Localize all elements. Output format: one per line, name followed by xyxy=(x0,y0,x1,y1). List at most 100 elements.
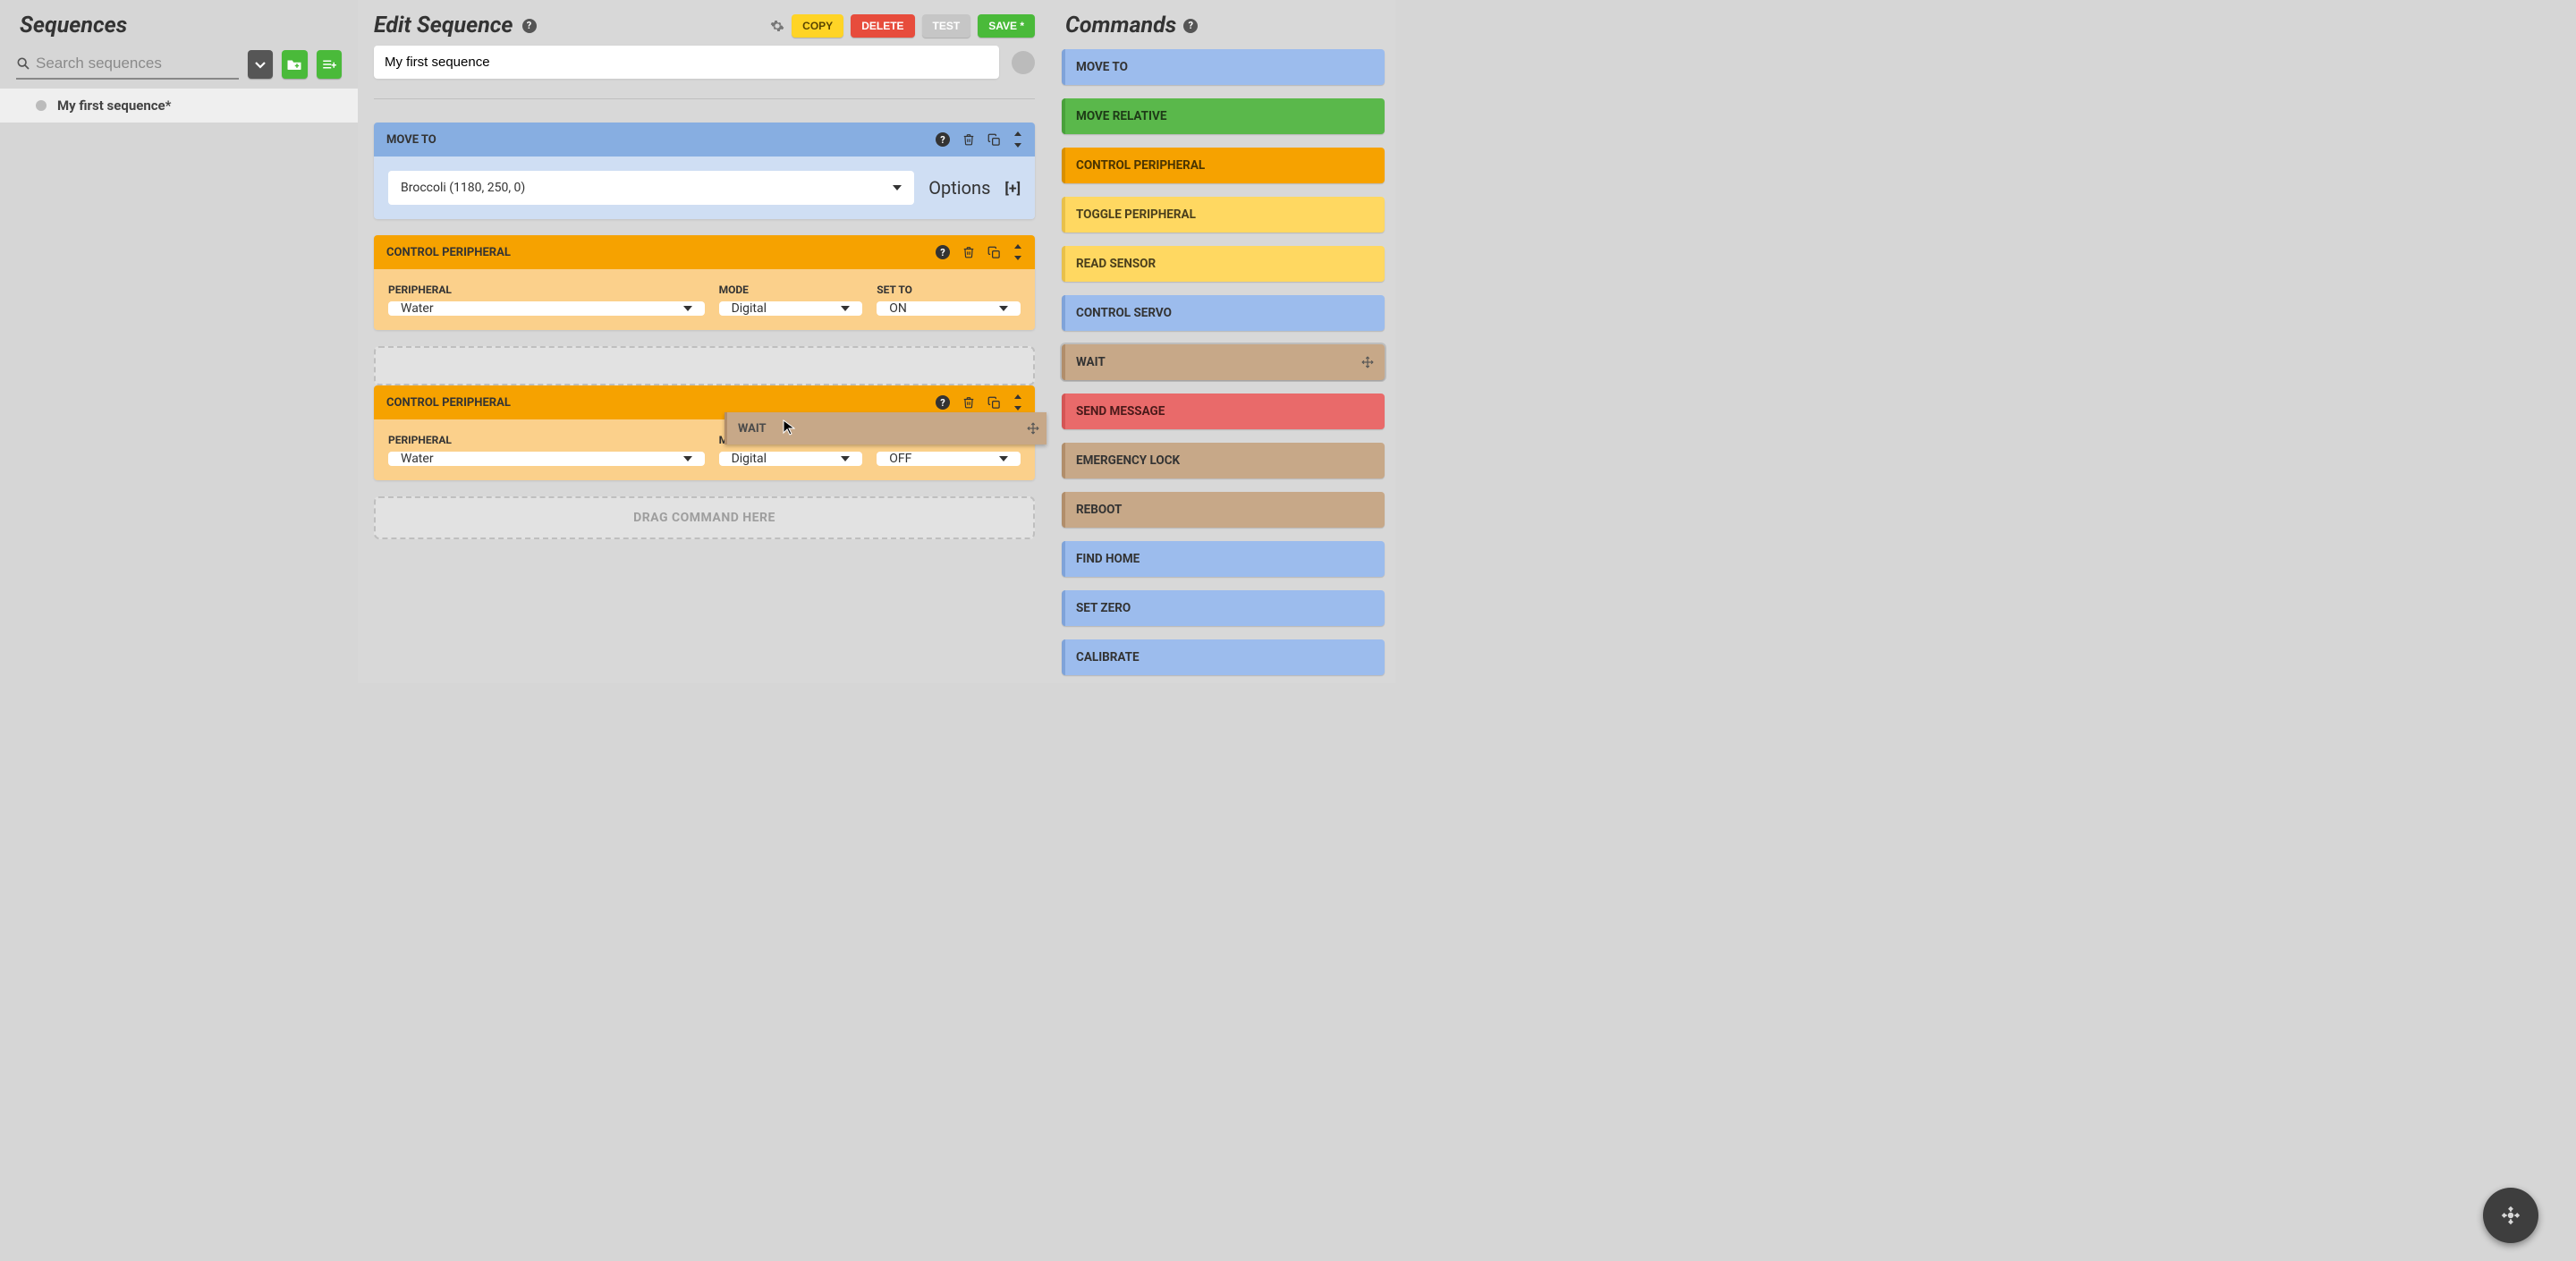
delete-button[interactable]: DELETE xyxy=(851,14,914,38)
mode-select[interactable]: Digital xyxy=(719,301,863,316)
command-item[interactable]: REBOOT xyxy=(1062,492,1385,528)
command-label: SEND MESSAGE xyxy=(1076,404,1165,419)
command-item[interactable]: TOGGLE PERIPHERAL xyxy=(1062,197,1385,233)
chevron-down-icon xyxy=(999,306,1008,311)
move-icon xyxy=(1027,422,1039,435)
chevron-down-icon xyxy=(683,456,692,461)
command-item[interactable]: SEND MESSAGE xyxy=(1062,394,1385,429)
help-icon[interactable]: ? xyxy=(936,132,950,147)
trash-icon[interactable] xyxy=(962,132,975,147)
drag-handle-icon[interactable] xyxy=(1013,244,1022,260)
drag-ghost-label: WAIT xyxy=(738,422,767,436)
drag-ghost-wait[interactable]: WAIT xyxy=(724,412,1046,444)
command-item[interactable]: CONTROL PERIPHERAL xyxy=(1062,148,1385,183)
search-input-wrap[interactable] xyxy=(16,49,239,80)
step-title: MOVE TO xyxy=(386,133,436,147)
command-item[interactable]: MOVE RELATIVE xyxy=(1062,98,1385,134)
set-to-select[interactable]: ON xyxy=(877,301,1021,316)
trash-icon[interactable] xyxy=(962,245,975,259)
chevron-down-icon xyxy=(893,185,902,190)
drop-zone[interactable]: DRAG COMMAND HERE xyxy=(374,496,1035,539)
command-label: MOVE RELATIVE xyxy=(1076,109,1166,123)
command-item[interactable]: WAIT xyxy=(1062,344,1385,380)
trash-icon[interactable] xyxy=(962,395,975,410)
help-icon[interactable]: ? xyxy=(936,395,950,410)
copy-icon[interactable] xyxy=(987,246,1001,259)
command-item[interactable]: READ SENSOR xyxy=(1062,246,1385,282)
mode-value: Digital xyxy=(732,301,767,316)
step-title: CONTROL PERIPHERAL xyxy=(386,396,511,410)
peripheral-select[interactable]: Water xyxy=(388,301,705,316)
search-icon xyxy=(16,56,30,71)
sequence-color-dot xyxy=(36,100,47,111)
help-icon[interactable]: ? xyxy=(1183,19,1198,33)
commands-panel: Commands ? MOVE TO MOVE RELATIVE CONTROL P… xyxy=(1051,0,1395,683)
command-label: READ SENSOR xyxy=(1076,257,1156,271)
command-label: CALIBRATE xyxy=(1076,650,1140,664)
chevron-down-icon xyxy=(683,306,692,311)
command-item[interactable]: CONTROL SERVO xyxy=(1062,295,1385,331)
sequences-sidebar: Sequences My first sequence* xyxy=(0,0,358,683)
sequence-item-label: My first sequence* xyxy=(57,97,171,114)
peripheral-label: PERIPHERAL xyxy=(388,434,705,446)
commands-title: Commands xyxy=(1065,13,1176,38)
drag-handle-icon[interactable] xyxy=(1013,394,1022,410)
drop-zone-label: DRAG COMMAND HERE xyxy=(633,511,775,525)
step-move-to: MOVE TO ? Broccoli (1180, 250, 0) Option… xyxy=(374,123,1035,219)
mode-select[interactable]: Digital xyxy=(719,452,863,466)
set-to-label: SET TO xyxy=(877,284,1021,296)
command-item[interactable]: FIND HOME xyxy=(1062,541,1385,577)
search-input[interactable] xyxy=(30,53,239,74)
test-button[interactable]: TEST xyxy=(922,14,971,38)
peripheral-value: Water xyxy=(401,301,434,316)
controls-fab[interactable] xyxy=(2483,1188,2538,1243)
command-label: FIND HOME xyxy=(1076,552,1140,566)
sequence-color-picker[interactable] xyxy=(1012,51,1035,74)
step-title: CONTROL PERIPHERAL xyxy=(386,246,511,259)
peripheral-select[interactable]: Water xyxy=(388,452,705,466)
collapse-button[interactable] xyxy=(248,50,273,79)
copy-button[interactable]: COPY xyxy=(792,14,843,38)
sequence-editor: Edit Sequence ? COPY DELETE TEST SAVE * … xyxy=(358,0,1051,683)
settings-icon[interactable] xyxy=(770,19,784,33)
move-target-select[interactable]: Broccoli (1180, 250, 0) xyxy=(388,171,914,205)
new-folder-button[interactable] xyxy=(282,50,307,79)
command-item[interactable]: MOVE TO xyxy=(1062,49,1385,85)
help-icon[interactable]: ? xyxy=(936,245,950,259)
command-label: EMERGENCY LOCK xyxy=(1076,453,1180,468)
save-button[interactable]: SAVE * xyxy=(978,14,1035,38)
command-label: CONTROL PERIPHERAL xyxy=(1076,158,1205,173)
command-item[interactable]: CALIBRATE xyxy=(1062,639,1385,675)
chevron-down-icon xyxy=(999,456,1008,461)
copy-icon[interactable] xyxy=(987,133,1001,147)
command-label: REBOOT xyxy=(1076,503,1122,517)
set-to-select[interactable]: OFF xyxy=(877,452,1021,466)
command-item[interactable]: EMERGENCY LOCK xyxy=(1062,443,1385,478)
options-label: Options xyxy=(928,177,990,199)
command-label: CONTROL SERVO xyxy=(1076,306,1172,320)
set-to-value: ON xyxy=(889,301,907,316)
chevron-down-icon xyxy=(841,456,850,461)
chevron-down-icon xyxy=(841,306,850,311)
command-label: MOVE TO xyxy=(1076,60,1128,74)
command-label: SET ZERO xyxy=(1076,601,1131,615)
set-to-value: OFF xyxy=(889,452,911,466)
drag-handle-icon[interactable] xyxy=(1013,131,1022,148)
new-sequence-button[interactable] xyxy=(317,50,342,79)
copy-icon[interactable] xyxy=(987,396,1001,410)
mode-label: MODE xyxy=(719,284,863,296)
sequence-list-item[interactable]: My first sequence* xyxy=(0,89,358,123)
command-item[interactable]: SET ZERO xyxy=(1062,590,1385,626)
help-icon[interactable]: ? xyxy=(522,19,537,33)
move-icon xyxy=(1361,356,1374,368)
command-label: WAIT xyxy=(1076,355,1106,369)
command-label: TOGGLE PERIPHERAL xyxy=(1076,207,1196,222)
sequence-name-input[interactable] xyxy=(374,46,999,79)
sequences-title: Sequences xyxy=(20,13,127,38)
move-target-value: Broccoli (1180, 250, 0) xyxy=(401,181,525,195)
peripheral-value: Water xyxy=(401,452,434,466)
mode-value: Digital xyxy=(732,452,767,466)
peripheral-label: PERIPHERAL xyxy=(388,284,705,296)
drop-zone[interactable] xyxy=(374,346,1035,385)
expand-options-icon[interactable]: [+] xyxy=(1004,180,1021,197)
